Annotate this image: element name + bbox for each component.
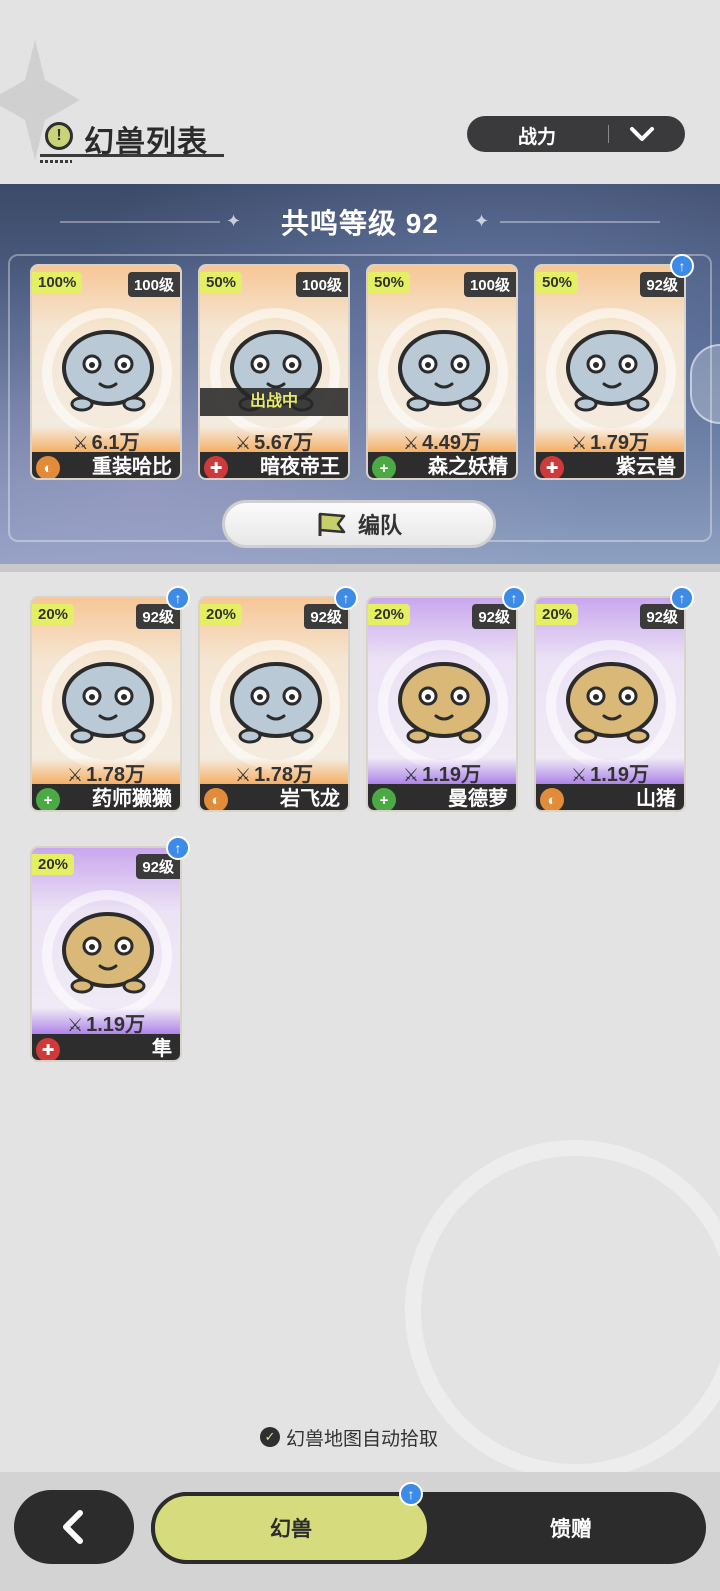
- sword-role-icon: ✚: [204, 456, 228, 478]
- upgrade-arrow-icon: ↑: [399, 1482, 423, 1506]
- title-dots: [40, 160, 72, 163]
- power-number: 1.19万: [422, 764, 482, 786]
- mandrake-pet-icon: [398, 662, 490, 744]
- power-value: ⚔ 1.19万: [32, 1008, 180, 1036]
- sort-divider: [608, 125, 609, 143]
- power-number: 1.78万: [86, 764, 146, 786]
- sort-label: 战力: [517, 127, 556, 148]
- auto-pick-toggle[interactable]: ✓ 幻兽地图自动拾取: [260, 1422, 438, 1452]
- pet-card[interactable]: 20% 92级 ⚔ 1.19万 山猪 ◐: [534, 596, 686, 812]
- tab-gifts[interactable]: 馈赠: [441, 1492, 701, 1564]
- boar-pet-icon: [566, 662, 658, 744]
- resonance-percent: 50%: [368, 272, 411, 293]
- upgrade-arrow-icon: ↑: [166, 836, 190, 860]
- power-number: 1.19万: [86, 1014, 146, 1036]
- otter-pet-icon: [62, 662, 154, 744]
- resonance-line-right: [500, 221, 660, 223]
- pet-card[interactable]: 20% 92级 ⚔ 1.19万 曼德萝 +: [366, 596, 518, 812]
- upgrade-arrow-icon: ↑: [334, 586, 358, 610]
- rock-dragon-pet-icon: [230, 662, 322, 744]
- pet-card[interactable]: 100% 100级 ⚔ 6.1万 重装哈比 ◐: [30, 264, 182, 480]
- power-value: ⚔ 1.19万: [368, 758, 516, 786]
- power-number: 1.79万: [590, 432, 650, 454]
- formation-label: 编队: [357, 513, 402, 538]
- power-value: ⚔ 1.78万: [200, 758, 348, 786]
- pet-level: 100级: [127, 272, 180, 297]
- upgrade-arrow-icon: ↑: [670, 254, 694, 278]
- power-value: ⚔ 6.1万: [32, 426, 180, 454]
- tab-gifts-label: 馈赠: [550, 1518, 592, 1541]
- auto-pick-label: 幻兽地图自动拾取: [286, 1428, 439, 1450]
- crossed-swords-icon: ⚔: [402, 433, 420, 453]
- power-value: ⚔ 1.79万: [536, 426, 684, 454]
- bottom-nav: 幻兽 ↑ 馈赠: [0, 1472, 720, 1591]
- sparkle-icon: ✦: [474, 211, 490, 231]
- upgrade-arrow-icon: ↑: [670, 586, 694, 610]
- formation-button[interactable]: 编队: [222, 500, 496, 548]
- power-value: ⚔ 1.19万: [536, 758, 684, 786]
- crossed-swords-icon: ⚔: [234, 765, 252, 785]
- shield-role-icon: ◐: [36, 456, 60, 478]
- pet-card[interactable]: 50% 92级 ⚔ 1.79万 紫云兽 ✚: [534, 264, 686, 480]
- resonance-percent: 50%: [536, 272, 579, 293]
- power-number: 6.1万: [91, 432, 140, 454]
- power-value: ⚔ 1.78万: [32, 758, 180, 786]
- crossed-swords-icon: ⚔: [234, 433, 252, 453]
- upgrade-arrow-icon: ↑: [166, 586, 190, 610]
- power-number: 4.49万: [422, 432, 482, 454]
- pet-card[interactable]: 50% 100级 ⚔ 4.49万 森之妖精 +: [366, 264, 518, 480]
- title-underline: [40, 154, 224, 157]
- falcon-pet-icon: [62, 912, 154, 994]
- resonance-percent: 20%: [536, 604, 579, 625]
- info-icon[interactable]: !: [45, 122, 73, 150]
- resonance-percent: 20%: [32, 604, 75, 625]
- chevron-down-icon: [630, 127, 654, 141]
- power-value: ⚔ 4.49万: [368, 426, 516, 454]
- pet-card[interactable]: 20% 92级 ⚔ 1.19万 隼 ✚: [30, 846, 182, 1062]
- cat-watermark-icon: [405, 1140, 720, 1480]
- sword-role-icon: ✚: [36, 1038, 60, 1060]
- forest-moth-pet-icon: [398, 330, 490, 412]
- tab-pets-label: 幻兽: [270, 1518, 312, 1541]
- knight-helmet-pet-icon: [62, 330, 154, 412]
- heal-role-icon: +: [372, 788, 396, 810]
- crossed-swords-icon: ⚔: [570, 433, 588, 453]
- sword-role-icon: ✚: [540, 456, 564, 478]
- resonance-percent: 50%: [200, 272, 243, 293]
- power-number: 1.19万: [590, 764, 650, 786]
- power-number: 1.78万: [254, 764, 314, 786]
- heal-role-icon: +: [36, 788, 60, 810]
- deployed-tag: 出战中: [200, 388, 348, 416]
- upgrade-arrow-icon: ↑: [502, 586, 526, 610]
- crossed-swords-icon: ⚔: [72, 433, 89, 453]
- crossed-swords-icon: ⚔: [66, 765, 84, 785]
- pet-level: 100级: [295, 272, 348, 297]
- purple-deer-pet-icon: [566, 330, 658, 412]
- back-button[interactable]: [14, 1490, 134, 1564]
- heal-role-icon: +: [372, 456, 396, 478]
- sort-dropdown[interactable]: 战力: [467, 116, 685, 152]
- power-value: ⚔ 5.67万: [200, 426, 348, 454]
- check-icon: ✓: [260, 1427, 280, 1447]
- resonance-percent: 20%: [368, 604, 411, 625]
- power-number: 5.67万: [254, 432, 314, 454]
- pet-level: 100级: [463, 272, 516, 297]
- resonance-percent: 20%: [200, 604, 243, 625]
- flag-icon: [318, 512, 346, 536]
- tab-pets[interactable]: 幻兽: [151, 1492, 431, 1564]
- shield-role-icon: ◐: [540, 788, 564, 810]
- pet-card[interactable]: 20% 92级 ⚔ 1.78万 岩飞龙 ◐: [198, 596, 350, 812]
- tab-group: 幻兽 ↑ 馈赠: [151, 1482, 706, 1564]
- pet-card[interactable]: 50% 100级 出战中 ⚔ 5.67万 暗夜帝王 ✚: [198, 264, 350, 480]
- resonance-percent: 20%: [32, 854, 75, 875]
- back-arrow-icon: [63, 1510, 83, 1544]
- crossed-swords-icon: ⚔: [66, 1015, 84, 1035]
- panel-divider: [0, 564, 720, 572]
- crossed-swords-icon: ⚔: [570, 765, 588, 785]
- crossed-swords-icon: ⚔: [402, 765, 420, 785]
- resonance-percent: 100%: [32, 272, 83, 293]
- shield-role-icon: ◐: [204, 788, 228, 810]
- pet-card[interactable]: 20% 92级 ⚔ 1.78万 药师獭獭 +: [30, 596, 182, 812]
